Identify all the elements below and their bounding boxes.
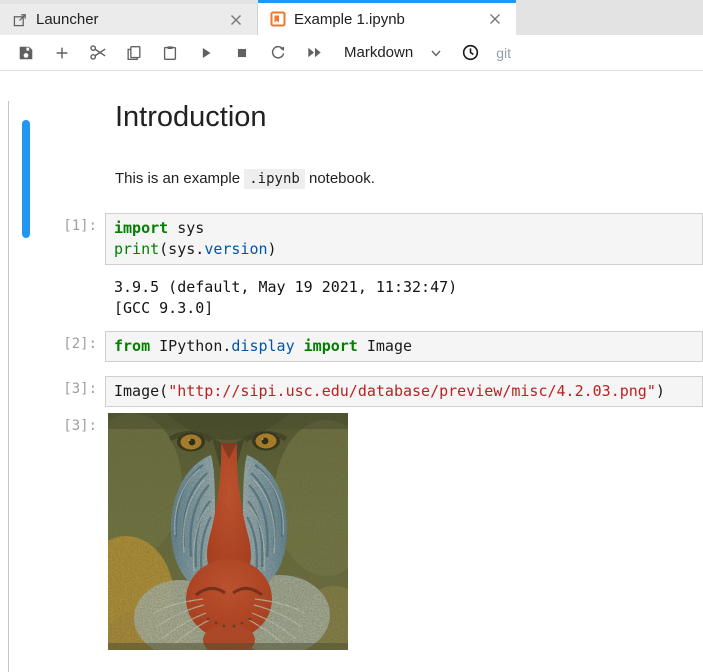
run-icon <box>197 44 215 62</box>
markdown-paragraph: This is an example .ipynb notebook. <box>115 170 703 187</box>
markdown-cell[interactable]: Introduction This is an example .ipynb n… <box>0 101 703 187</box>
tab-launcher[interactable]: Launcher <box>0 4 258 35</box>
cut-icon <box>89 43 108 62</box>
interrupt-kernel-button[interactable] <box>224 38 260 68</box>
code-editor[interactable]: import sys print(sys.version) <box>105 213 703 265</box>
panel-left-border <box>8 101 9 672</box>
stop-icon <box>233 44 251 62</box>
restart-run-all-button[interactable] <box>296 38 332 68</box>
git-toolbar-item[interactable]: git <box>496 45 511 61</box>
paste-cells-button[interactable] <box>152 38 188 68</box>
notebook-toolbar: Markdown git <box>0 35 703 71</box>
tab-example-notebook[interactable]: Example 1.ipynb <box>258 0 516 35</box>
cell-type-value: Markdown <box>344 44 413 61</box>
cell-type-dropdown[interactable]: Markdown <box>344 44 443 61</box>
plus-icon <box>53 44 71 62</box>
code-editor[interactable]: Image("http://sipi.usc.edu/database/prev… <box>105 376 703 407</box>
output-text: 3.9.5 (default, May 19 2021, 11:32:47) <box>114 277 695 298</box>
insert-cell-button[interactable] <box>44 38 80 68</box>
output-prompt-empty <box>0 275 105 319</box>
active-cell-collapser[interactable] <box>22 120 30 238</box>
code-cell-1: [1]: import sys print(sys.version) <box>0 213 703 265</box>
clock-icon <box>461 43 480 62</box>
code-cell-2: [2]: from IPython.display import Image <box>0 331 703 362</box>
code-cell-3: [3]: Image("http://sipi.usc.edu/database… <box>0 376 703 407</box>
input-prompt: [3]: <box>0 376 105 407</box>
fast-forward-icon <box>305 43 324 62</box>
input-prompt: [2]: <box>0 331 105 362</box>
tab-label: Example 1.ipynb <box>294 11 486 28</box>
save-button[interactable] <box>8 38 44 68</box>
markdown-heading: Introduction <box>115 101 703 134</box>
output-prompt: [3]: <box>0 413 105 650</box>
close-icon[interactable] <box>227 11 245 29</box>
launcher-icon <box>12 12 28 28</box>
code-line: from IPython.display import Image <box>114 336 694 357</box>
inline-code: .ipynb <box>244 169 305 189</box>
code-line: import sys <box>114 218 694 239</box>
kernel-status-indicator[interactable] <box>461 43 480 62</box>
dock-tab-bar: Launcher Example 1.ipynb <box>0 0 703 35</box>
notebook-icon <box>270 11 286 27</box>
code-line: print(sys.version) <box>114 239 694 260</box>
input-prompt: [1]: <box>0 213 105 265</box>
output-image-mandrill <box>108 413 348 650</box>
paste-icon <box>161 44 179 62</box>
restart-icon <box>269 44 287 62</box>
code-editor[interactable]: from IPython.display import Image <box>105 331 703 362</box>
notebook-panel: Introduction This is an example .ipynb n… <box>0 101 703 672</box>
copy-icon <box>125 44 143 62</box>
paragraph-text: This is an example <box>115 170 240 187</box>
chevron-down-icon <box>429 46 443 60</box>
close-icon[interactable] <box>486 10 504 28</box>
cut-cells-button[interactable] <box>80 38 116 68</box>
run-cell-button[interactable] <box>188 38 224 68</box>
paragraph-text: notebook. <box>309 170 375 187</box>
code-line: Image("http://sipi.usc.edu/database/prev… <box>114 381 694 402</box>
output-text: [GCC 9.3.0] <box>114 298 695 319</box>
copy-cells-button[interactable] <box>116 38 152 68</box>
output-area-3: [3]: <box>0 413 703 650</box>
output-area-1: 3.9.5 (default, May 19 2021, 11:32:47) [… <box>0 275 703 319</box>
save-icon <box>17 44 35 62</box>
tab-label: Launcher <box>36 11 227 28</box>
restart-kernel-button[interactable] <box>260 38 296 68</box>
